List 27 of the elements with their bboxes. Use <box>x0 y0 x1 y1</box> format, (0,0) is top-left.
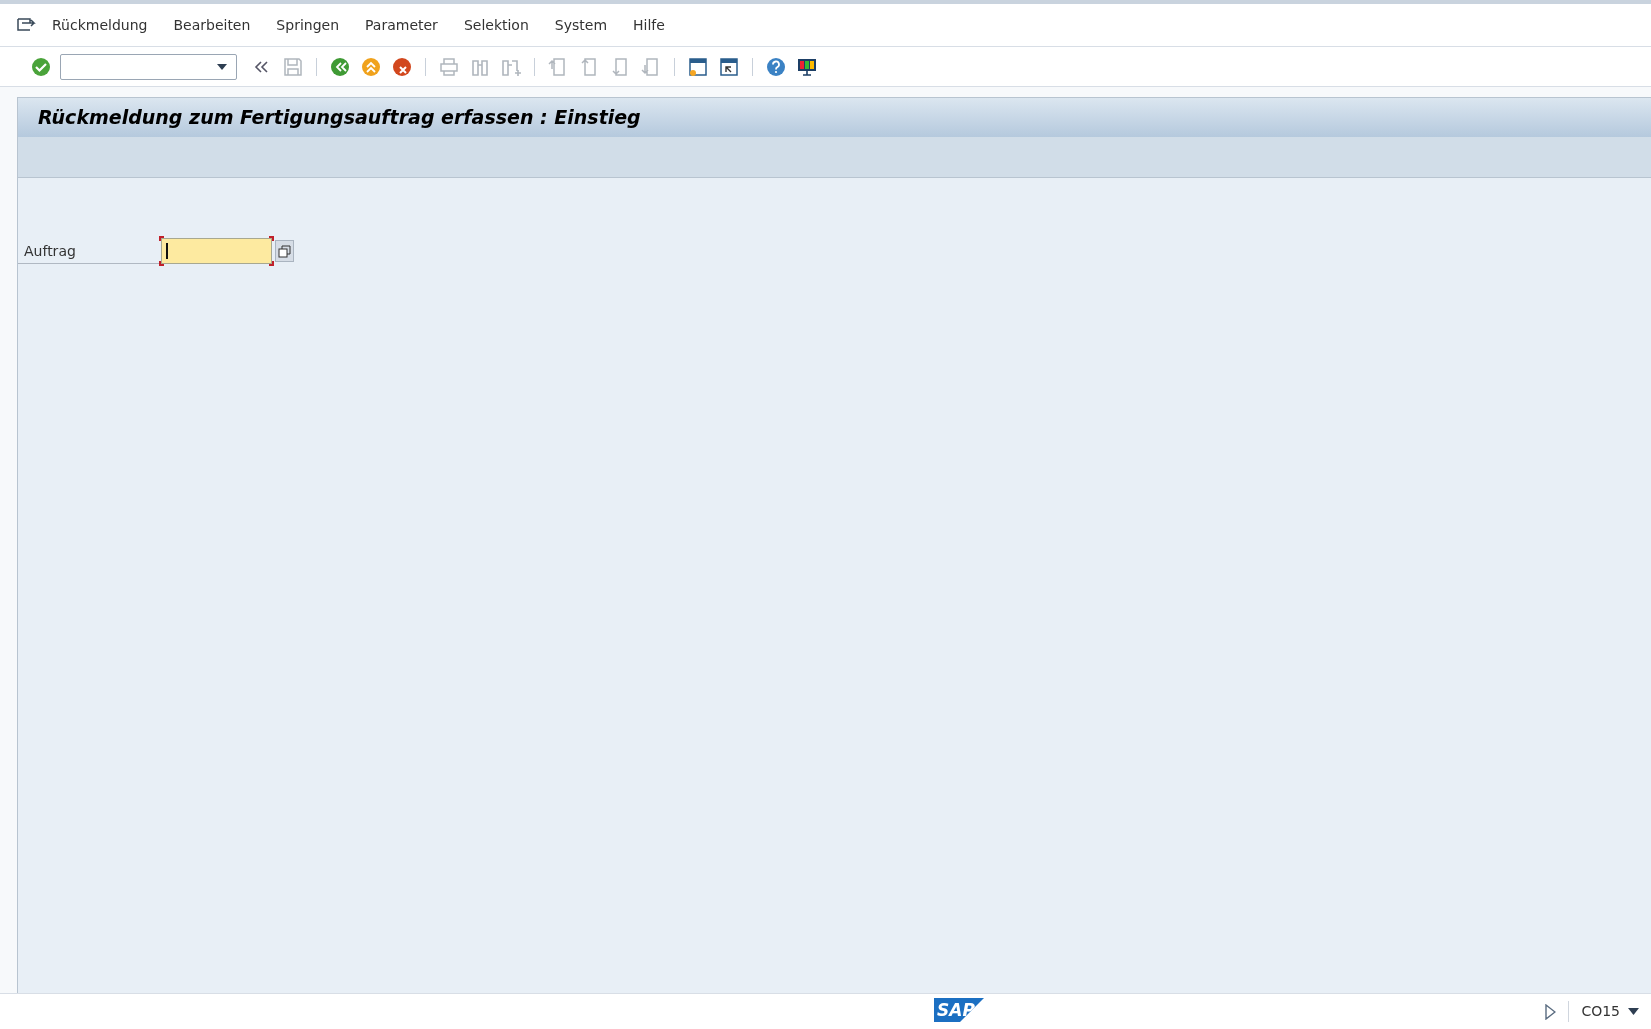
command-field[interactable] <box>60 53 237 80</box>
sap-logo: SAP <box>934 998 984 1022</box>
dropdown-arrow-icon <box>1628 1008 1639 1015</box>
menu-item[interactable]: Bearbeiten <box>173 14 251 36</box>
menu-item[interactable]: Selektion <box>463 14 529 36</box>
save-icon <box>282 55 304 78</box>
dropdown-arrow-icon <box>216 62 228 71</box>
back-icon <box>329 55 351 78</box>
exit-icon <box>360 55 382 78</box>
order-input-field[interactable] <box>161 238 272 264</box>
cancel-icon <box>391 55 413 78</box>
play-icon[interactable] <box>1544 1003 1557 1020</box>
menu-item[interactable]: Rückmeldung <box>52 14 148 36</box>
value-help-button[interactable] <box>275 240 294 262</box>
menu-item[interactable]: Hilfe <box>633 14 665 36</box>
menu-item[interactable]: System <box>554 14 608 36</box>
menu-icon[interactable] <box>16 16 36 34</box>
enter-icon <box>30 55 52 78</box>
menu-item[interactable]: Parameter <box>365 14 438 36</box>
transaction-dropdown[interactable]: CO15 <box>1568 1001 1639 1022</box>
print-icon <box>438 55 460 78</box>
menu-item[interactable]: Springen <box>276 14 340 36</box>
screen-title: Rückmeldung zum Fertigungsauftrag erfassen : Einstieg <box>38 105 641 131</box>
copy-icon <box>278 244 291 258</box>
help-icon <box>765 55 787 78</box>
shortcut-window-icon <box>718 55 740 78</box>
new-window-icon <box>687 55 709 78</box>
